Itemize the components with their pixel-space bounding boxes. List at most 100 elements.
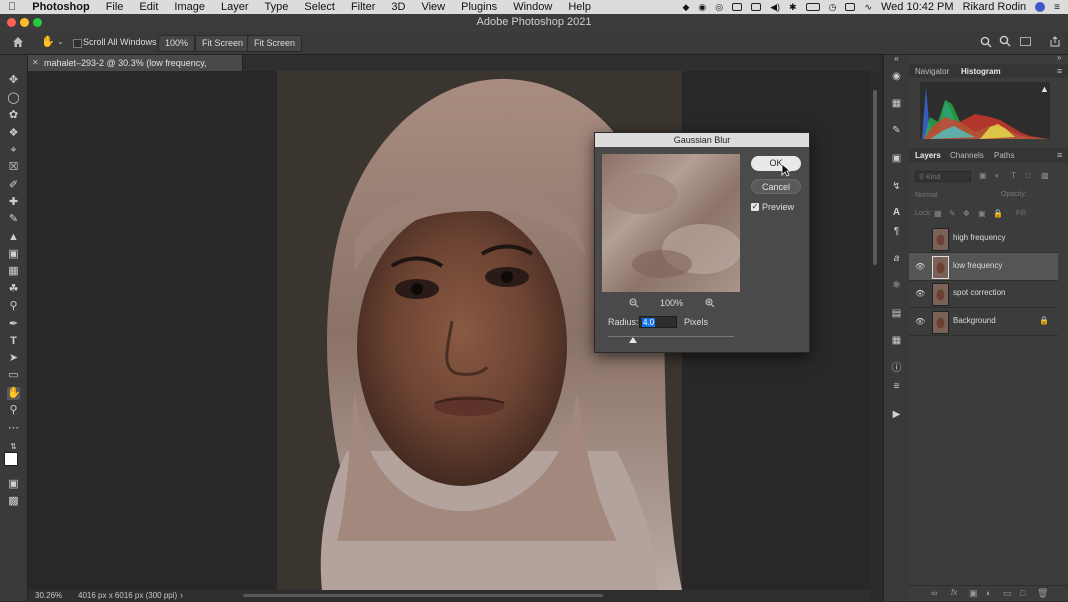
smudge-tool-icon[interactable]: ☘ [7, 283, 20, 296]
menu-select[interactable]: Select [296, 0, 343, 14]
zoom-tool-icon[interactable]: ⚲ [7, 404, 20, 417]
brush-tool-icon[interactable]: ✎ [7, 213, 20, 226]
menu-3d[interactable]: 3D [383, 0, 413, 14]
new-group-icon[interactable]: ▭ [1003, 588, 1012, 599]
menu-view[interactable]: View [413, 0, 453, 14]
type-tool-icon[interactable]: T [7, 335, 20, 348]
eraser-tool-icon[interactable]: ▣ [7, 248, 20, 261]
apple-icon[interactable]:  [0, 0, 24, 14]
radius-slider-thumb[interactable] [629, 337, 638, 343]
eyedropper-tool-icon[interactable]: ✐ [7, 179, 20, 192]
dropbox-icon[interactable]: ◆ [682, 2, 689, 13]
lasso-tool-icon[interactable]: ✿ [7, 109, 20, 122]
zoom-level[interactable]: 30.26% [35, 590, 62, 601]
zoom-in-icon[interactable] [705, 298, 715, 308]
screen-mode-icon[interactable]: ▩ [7, 495, 20, 508]
lock-all-icon[interactable]: 🔒 [993, 209, 1003, 218]
panel-menu-icon[interactable]: ≡ [1057, 66, 1062, 76]
menubar-clock[interactable]: Wed 10:42 PM [881, 1, 954, 13]
layer-row-background[interactable]: 👁 Background 🔒 [909, 308, 1058, 336]
clone-stamp-tool-icon[interactable]: ▲ [7, 231, 20, 244]
visibility-eye-icon[interactable]: 👁 [915, 262, 925, 271]
marquee-tool-icon[interactable]: ◯ [7, 92, 20, 105]
link-layers-icon[interactable]: ∞ [931, 588, 937, 598]
color-panel-icon[interactable]: ◉ [890, 71, 903, 83]
ok-button[interactable]: OK [751, 156, 801, 171]
frame-tool-icon[interactable]: ☒ [7, 161, 20, 174]
menu-file[interactable]: File [98, 0, 132, 14]
document-tab[interactable]: ✕ mahalet–293-2 @ 30.3% (low frequency, … [28, 55, 243, 84]
display-icon[interactable] [732, 3, 743, 11]
visibility-eye-icon[interactable]: 👁 [915, 317, 925, 326]
lock-image-icon[interactable]: ✎ [949, 209, 956, 218]
zoom-out-icon[interactable] [629, 298, 639, 308]
quick-mask-icon[interactable]: ▣ [7, 478, 20, 491]
add-mask-icon[interactable]: ▣ [969, 588, 978, 599]
path-selection-tool-icon[interactable]: ➤ [7, 352, 20, 365]
zoom-100-button[interactable]: 100% [158, 35, 196, 52]
fill-screen-button[interactable]: Fit Screen [247, 35, 303, 52]
home-icon[interactable] [12, 36, 24, 48]
swatches-panel-icon[interactable]: ▦ [890, 98, 903, 110]
info-panel-icon[interactable]: ⓘ [890, 363, 903, 375]
glyphs-panel-icon[interactable]: a [890, 253, 903, 265]
hand-tool-preset-icon[interactable]: ✋ [41, 35, 55, 48]
filter-pixel-icon[interactable]: ▣ [979, 171, 987, 180]
menu-window[interactable]: Window [505, 0, 560, 14]
preview-checkbox[interactable]: ✓ [751, 203, 759, 211]
actions-panel-icon[interactable]: ↯ [890, 181, 903, 193]
3d-panel-icon[interactable]: ⚛ [890, 280, 903, 292]
bluetooth-icon[interactable]: ✱ [789, 2, 797, 13]
dodge-tool-icon[interactable]: ⚲ [7, 300, 20, 313]
character-panel-icon[interactable]: A [890, 207, 903, 219]
filter-shape-icon[interactable]: □ [1026, 171, 1031, 180]
gradient-tool-icon[interactable]: ▦ [7, 265, 20, 278]
libraries-panel-icon[interactable]: ▤ [890, 308, 903, 320]
workspace-icon[interactable] [1020, 37, 1031, 46]
vertical-scrollbar[interactable] [873, 90, 877, 265]
tab-navigator[interactable]: Navigator [915, 65, 949, 78]
layer-row-spot-correction[interactable]: 👁 spot correction [909, 280, 1058, 308]
tab-histogram[interactable]: Histogram [961, 65, 1001, 78]
histogram-warning-icon[interactable]: ▲ [1040, 84, 1049, 94]
play-actions-icon[interactable]: ▶ [890, 409, 903, 421]
blend-mode-select[interactable]: Normal [915, 190, 983, 201]
collapse-panels-icon[interactable]: « [890, 53, 903, 65]
share-icon[interactable] [1050, 36, 1060, 47]
discover-icon[interactable] [999, 35, 1011, 47]
lock-transparent-icon[interactable]: ▦ [934, 209, 942, 218]
adjustment-layer-icon[interactable]: ◐ [986, 588, 991, 598]
crop-tool-icon[interactable]: ⌖ [7, 144, 20, 157]
blur-preview-image[interactable] [602, 154, 740, 292]
time-machine-icon[interactable]: ◷ [829, 2, 837, 13]
layer-filter-kind[interactable]: ⚲ Kind [915, 171, 971, 182]
move-tool-icon[interactable]: ✥ [7, 74, 20, 87]
cancel-button[interactable]: Cancel [751, 179, 801, 194]
menubar-user[interactable]: Rikard Rodin [963, 1, 1027, 13]
brushes-panel-icon[interactable]: ✎ [890, 125, 903, 137]
battery-icon[interactable] [805, 3, 820, 11]
search-icon[interactable] [980, 36, 992, 48]
fit-screen-button[interactable]: Fit Screen [195, 35, 251, 52]
healing-brush-tool-icon[interactable]: ✚ [7, 196, 20, 209]
airplay-icon[interactable] [845, 3, 856, 11]
menu-help[interactable]: Help [560, 0, 599, 14]
tab-channels[interactable]: Channels [950, 149, 984, 162]
screen-record-icon[interactable]: ◉ [698, 2, 706, 13]
status-arrow-icon[interactable]: › [180, 590, 183, 601]
clone-source-panel-icon[interactable]: ▣ [890, 153, 903, 165]
layers-panel-menu-icon[interactable]: ≡ [1057, 150, 1062, 160]
horizontal-scrollbar[interactable] [243, 594, 603, 597]
document-info[interactable]: 4016 px x 6016 px (300 ppi) [78, 590, 177, 601]
delete-layer-icon[interactable]: 🗑 [1037, 588, 1048, 599]
expand-panels-icon[interactable]: » [1057, 53, 1061, 62]
menu-edit[interactable]: Edit [131, 0, 166, 14]
layer-row-high-frequency[interactable]: high frequency [909, 225, 1058, 253]
radius-input[interactable]: 4.0 [639, 316, 677, 328]
chevron-down-icon[interactable]: ⌄ [57, 37, 64, 46]
lock-position-icon[interactable]: ✥ [963, 209, 970, 218]
layer-style-icon[interactable]: fx [951, 588, 957, 597]
scroll-all-windows-checkbox[interactable] [73, 39, 82, 48]
rectangle-tool-icon[interactable]: ▭ [7, 369, 20, 382]
filter-type-icon[interactable]: T [1011, 171, 1016, 180]
